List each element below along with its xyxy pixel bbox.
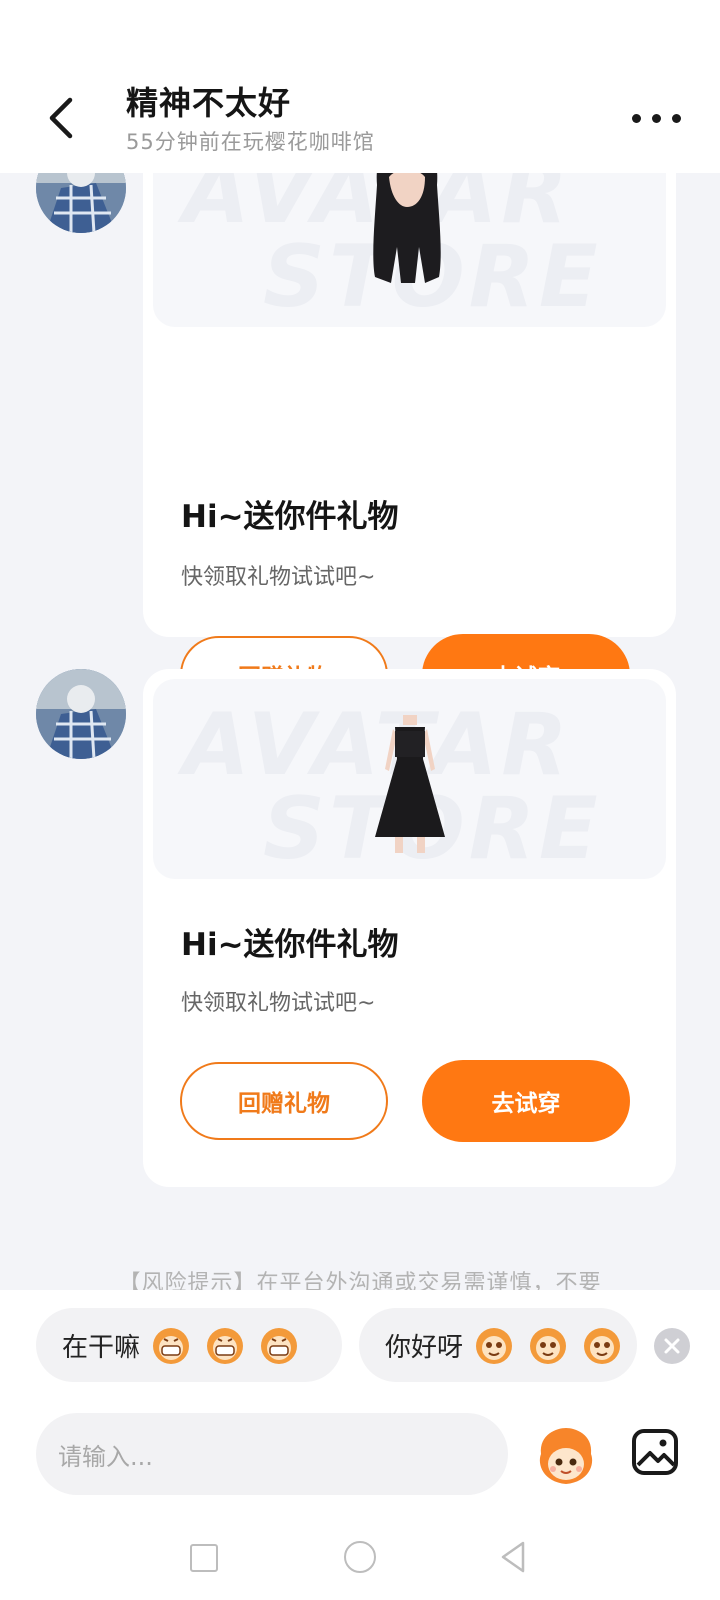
chevron-left-icon xyxy=(49,97,73,139)
contact-name: 精神不太好 xyxy=(126,84,292,122)
image-picker-button[interactable] xyxy=(630,1427,680,1477)
close-quick-replies-button[interactable] xyxy=(654,1328,690,1364)
dress-icon xyxy=(375,715,445,853)
more-options-button[interactable] xyxy=(632,103,682,133)
return-gift-button[interactable]: 回赠礼物 xyxy=(180,1062,388,1140)
more-dot xyxy=(672,114,681,123)
smile-emoji-icon xyxy=(530,1328,567,1364)
hair-icon xyxy=(373,173,441,283)
nav-back-button[interactable] xyxy=(497,1539,529,1575)
quick-reply-chip[interactable]: 在干嘛 xyxy=(36,1308,342,1382)
risk-notice: 【风险提示】在平台外沟通或交易需谨慎，不要 xyxy=(118,1271,602,1290)
nav-recent-apps-button[interactable] xyxy=(190,1544,218,1572)
gift-card-subtitle: 快领取礼物试试吧~ xyxy=(181,991,376,1016)
gift-preview[interactable]: AVATAR STORE xyxy=(153,173,666,327)
back-button[interactable] xyxy=(44,94,84,144)
emoji-button[interactable] xyxy=(533,1424,599,1488)
contact-status: 55分钟前在玩樱花咖啡馆 xyxy=(126,130,375,154)
smile-emoji-icon xyxy=(476,1328,513,1364)
quick-reply-text: 你好呀 xyxy=(385,1332,464,1363)
mascot-emoji-icon xyxy=(539,1428,593,1484)
quick-reply-chip[interactable]: 你好呀 xyxy=(359,1308,637,1382)
gift-preview[interactable]: AVATAR STORE xyxy=(153,679,666,879)
more-dots-icon xyxy=(632,114,641,123)
more-dot xyxy=(652,114,661,123)
close-icon xyxy=(664,1338,680,1354)
avatar-image xyxy=(36,669,126,759)
avatar[interactable] xyxy=(36,669,126,759)
gift-card-subtitle: 快领取礼物试试吧~ xyxy=(181,565,376,590)
chat-header: 精神不太好 55分钟前在玩樱花咖啡馆 xyxy=(0,0,720,173)
avatar-image xyxy=(36,173,126,233)
grin-emoji-icon xyxy=(261,1328,298,1364)
gift-card: AVATAR STORE Hi~送你件礼物 快领取礼物试试吧~ 回赠礼物 去试穿 xyxy=(143,669,676,1187)
nav-home-button[interactable] xyxy=(344,1541,376,1573)
grin-emoji-icon xyxy=(153,1328,190,1364)
image-icon xyxy=(632,1429,678,1475)
gift-card-title: Hi~送你件礼物 xyxy=(181,499,399,535)
message-input[interactable]: 请输入... xyxy=(36,1413,508,1495)
chat-area[interactable]: AVATAR STORE Hi~送你件礼物 快领取礼物试试吧~ 回赠礼物 去试穿 xyxy=(0,173,720,1290)
quick-reply-text: 在干嘛 xyxy=(62,1332,141,1363)
gift-card: AVATAR STORE Hi~送你件礼物 快领取礼物试试吧~ 回赠礼物 去试穿 xyxy=(143,173,676,716)
gift-card-title: Hi~送你件礼物 xyxy=(181,927,399,963)
try-on-button[interactable]: 去试穿 xyxy=(422,1060,630,1142)
input-panel: 在干嘛 你好呀 请输入... xyxy=(0,1290,720,1600)
smile-emoji-icon xyxy=(584,1328,621,1364)
grin-emoji-icon xyxy=(207,1328,244,1364)
avatar[interactable] xyxy=(36,173,126,233)
